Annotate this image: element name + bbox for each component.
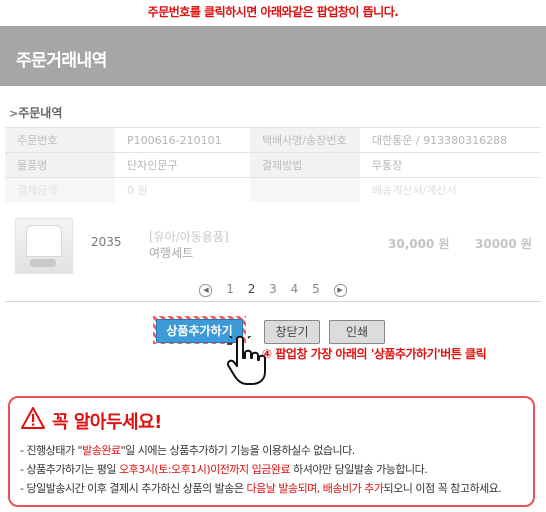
info-row: 물품명 단자인문구 결제방법 무통장 xyxy=(5,152,541,178)
print-button[interactable]: 인쇄 xyxy=(329,320,385,344)
next-page-icon[interactable]: ▶ xyxy=(333,284,347,297)
amount-label: 결제금액 xyxy=(5,177,115,202)
page-link-4[interactable]: 4 xyxy=(291,282,299,296)
notice-item: - 당일발송시간 이후 결제시 추가하신 상품의 발송은 다음날 발송되며, 배… xyxy=(20,480,502,499)
notice-item: - 진행상태가 "발송완료"일 시에는 상품추가하기 기능을 이용하실수 없습니… xyxy=(20,442,501,461)
item-name-value: 단자인문구 xyxy=(115,152,250,178)
step-text: 팝업창 가장 아래의 '상품추가하기'버튼 클릭 xyxy=(275,347,487,361)
notice-text: 하셔야만 당일발송 가능합니다. xyxy=(290,463,428,476)
amount-value: 0 원 xyxy=(115,177,250,202)
product-code: 2035 xyxy=(91,235,122,249)
window-title: 주문거래내역 xyxy=(16,51,107,71)
pagination: ◀ 1 2 3 4 5 ▶ xyxy=(0,282,546,297)
notice-text: "일 시에는 상품추가하기 기능을 이용하실수 없습니다. xyxy=(120,444,356,457)
notice-text: - 상품추가하기는 평일 xyxy=(20,463,120,476)
page-link-1[interactable]: 1 xyxy=(226,282,234,296)
section-heading: >주문내역 xyxy=(9,104,62,121)
notice-item: - 상품추가하기는 평일 오후3시(토:오후1시)이전까지 입금완료 하셔야만 … xyxy=(20,461,501,480)
notice-highlight: 발송완료 xyxy=(82,444,121,457)
notice-highlight: 다음날 발송되며, 배송비가 추가 xyxy=(246,482,384,495)
info-row: 결제금액 0 원 배송계산서/계산서 xyxy=(5,177,541,202)
payment-method-value: 무통장 xyxy=(359,152,541,178)
section-arrow: > xyxy=(9,107,19,120)
notice-text: - 당일발송시간 이후 결제시 추가하신 상품의 발송은 xyxy=(20,482,247,495)
empty-label xyxy=(249,177,360,202)
window-titlebar: 주문거래내역 xyxy=(0,26,546,86)
product-price: 30,000 원 xyxy=(388,237,450,251)
product-total: 30000 원 xyxy=(475,237,532,251)
order-number-label: 주문번호 xyxy=(5,127,115,153)
notice-list: - 진행상태가 "발송완료"일 시에는 상품추가하기 기능을 이용하실수 없습니… xyxy=(20,442,502,499)
page-link-5[interactable]: 5 xyxy=(312,282,320,296)
clothes-image xyxy=(26,225,62,257)
notice-highlight: 오후3시(토:오후1시)이전까지 입금완료 xyxy=(119,463,291,476)
product-thumbnail xyxy=(15,218,73,274)
notice-heading: 꼭 알아두세요! xyxy=(52,412,162,433)
courier-value: 대한통운 / 913380316288 xyxy=(359,127,541,153)
order-info-table: 주문번호 P100616-210101 택배사명/송장번호 대한통운 / 913… xyxy=(5,127,541,202)
page-link-3[interactable]: 3 xyxy=(269,282,277,296)
product-category: [유아/아동용품] xyxy=(149,230,229,244)
info-row: 주문번호 P100616-210101 택배사명/송장번호 대한통운 / 913… xyxy=(5,127,541,153)
prev-page-icon[interactable]: ◀ xyxy=(199,284,213,297)
item-name-label: 물품명 xyxy=(5,152,115,178)
page-link-2[interactable]: 2 xyxy=(248,282,256,296)
invoice-value: 배송계산서/계산서 xyxy=(359,177,541,202)
product-row: 2035 [유아/아동용품] 여행세트 30,000 원 30000 원 xyxy=(5,213,541,275)
order-number-value: P100616-210101 xyxy=(115,127,250,153)
notice-text: - 진행상태가 " xyxy=(20,444,83,457)
payment-method-label: 결제방법 xyxy=(249,152,360,178)
top-instruction: 주문번호를 클릭하시면 아래와같은 팝업창이 뜹니다. xyxy=(147,5,399,19)
shoes-image xyxy=(30,259,56,267)
step-instruction: ④ 팝업창 가장 아래의 '상품추가하기'버튼 클릭 xyxy=(262,345,487,362)
notice-text: 되오니 이점 꼭 참고하세요. xyxy=(383,482,502,495)
step-number: ④ xyxy=(262,347,272,361)
close-window-button[interactable]: 창닫기 xyxy=(264,320,320,344)
section-label: 주문내역 xyxy=(18,106,63,120)
courier-label: 택배사명/송장번호 xyxy=(249,127,360,153)
warning-triangle-icon xyxy=(21,407,45,429)
notice-box: 꼭 알아두세요! - 진행상태가 "발송완료"일 시에는 상품추가하기 기능을 … xyxy=(8,396,535,507)
divider xyxy=(5,301,541,302)
product-name[interactable]: 여행세트 xyxy=(149,244,193,261)
